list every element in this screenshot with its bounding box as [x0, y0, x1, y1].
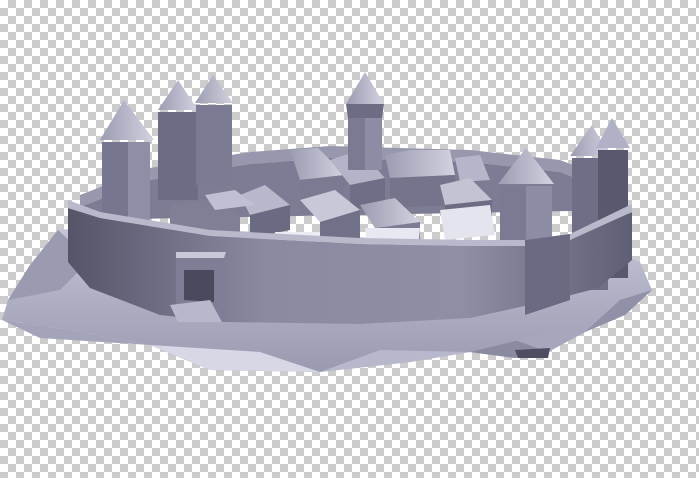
transparency-canvas: [0, 0, 699, 478]
castle-model: [2, 72, 652, 372]
front-left-tower: [100, 100, 154, 230]
central-tower: [346, 72, 384, 170]
left-twin-towers: [158, 75, 233, 200]
gatehouse: [170, 252, 226, 322]
